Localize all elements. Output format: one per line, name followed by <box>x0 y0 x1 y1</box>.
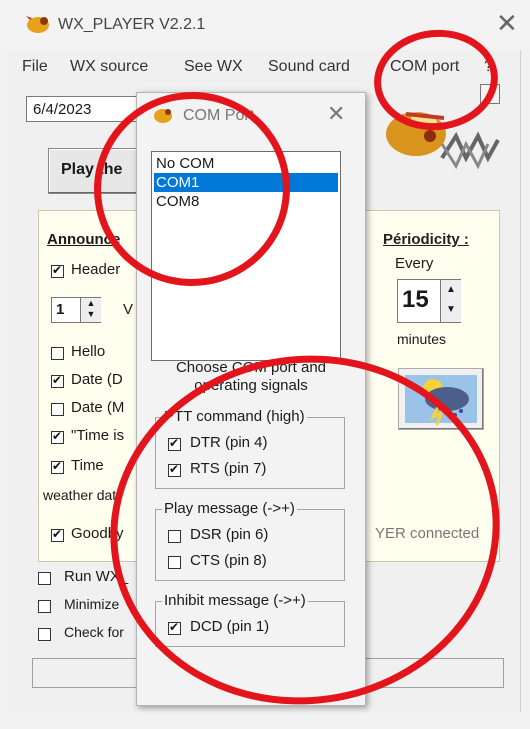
minutes-label: minutes <box>397 331 447 347</box>
instructions: Choose COM port and operating signals <box>137 359 365 395</box>
play-message-group: Play message (->+) DSR (pin 6) CTS (pin … <box>155 500 345 581</box>
minimize-label: Minimize <box>64 596 120 612</box>
menu-wx-source[interactable]: WX source <box>70 58 148 76</box>
dialog-title: COM Port <box>183 107 255 124</box>
period-value: 15 <box>402 286 429 313</box>
ptt-group: PTT command (high) DTR (pin 4) RTS (pin … <box>155 408 345 489</box>
cts-checkbox[interactable] <box>168 556 181 569</box>
storm-cloud-icon <box>405 375 477 426</box>
dcd-checkbox[interactable] <box>168 620 181 635</box>
periodicity-title: Périodicity : <box>383 231 469 248</box>
dcd-label: DCD (pin 1) <box>190 618 270 635</box>
close-icon[interactable]: ✕ <box>496 8 518 38</box>
period-stepper-icon[interactable]: ▲ ▼ <box>440 280 461 322</box>
check-for-checkbox[interactable] <box>38 628 51 641</box>
window-title: WX_PLAYER V2.2.1 <box>58 16 206 33</box>
list-item[interactable]: COM8 <box>154 192 338 211</box>
date-m-label: Date (M <box>71 399 125 416</box>
weather-button[interactable] <box>398 368 484 430</box>
cts-label: CTS (pin 8) <box>190 552 267 569</box>
time-label: Time <box>71 457 104 474</box>
menu-sound-card[interactable]: Sound card <box>268 58 350 76</box>
dialog-logo-icon <box>154 109 172 123</box>
menu-com-port[interactable]: COM port <box>390 58 459 76</box>
check-for-label: Check for <box>64 624 124 640</box>
ptt-group-title: PTT command (high) <box>162 408 307 425</box>
date-d-checkbox[interactable] <box>51 373 64 388</box>
list-item[interactable]: No COM <box>154 154 338 173</box>
menu-file[interactable]: File <box>22 58 48 76</box>
date-m-checkbox[interactable] <box>51 403 64 416</box>
dialog-close-icon[interactable]: ✕ <box>327 101 345 127</box>
com-port-dialog: COM Port ✕ No COM COM1 COM8 Choose COM p… <box>136 92 366 706</box>
mascot-image <box>386 112 500 170</box>
announce-title: Announce <box>47 231 121 248</box>
com-port-list[interactable]: No COM COM1 COM8 <box>151 151 341 361</box>
count-spinner[interactable]: 1 ▲ ▼ <box>51 297 101 323</box>
menu-see-wx[interactable]: See WX <box>184 58 243 76</box>
status-text: YER connected <box>375 525 480 542</box>
dtr-label: DTR (pin 4) <box>190 434 268 451</box>
goodbye-label: Goodby <box>71 525 124 542</box>
menu-bar: File WX source See WX Sound card COM por… <box>0 56 530 84</box>
hello-label: Hello <box>71 343 106 360</box>
dsr-checkbox[interactable] <box>168 530 181 543</box>
date-d-label: Date (D <box>71 371 123 388</box>
play-message-title: Play message (->+) <box>162 500 297 517</box>
inhibit-message-title: Inhibit message (->+) <box>162 592 308 609</box>
run-checkbox[interactable] <box>38 572 51 585</box>
instructions-line-2: operating signals <box>194 377 308 394</box>
app-logo-icon <box>26 16 49 33</box>
rts-label: RTS (pin 7) <box>190 460 267 477</box>
period-spinner[interactable]: 15 ▲ ▼ <box>397 279 461 323</box>
count-suffix: V <box>123 301 134 318</box>
time-checkbox[interactable] <box>51 459 64 474</box>
every-label: Every <box>395 255 434 272</box>
list-item-selected[interactable]: COM1 <box>154 173 338 192</box>
instructions-line-1: Choose COM port and <box>175 359 327 376</box>
time-is-label: "Time is <box>71 427 125 444</box>
menu-help[interactable]: ? <box>484 58 493 76</box>
run-label: Run WX_ <box>64 568 129 585</box>
count-stepper-icon[interactable]: ▲ ▼ <box>80 298 101 322</box>
inhibit-message-group: Inhibit message (->+) DCD (pin 1) <box>155 592 345 647</box>
rts-checkbox[interactable] <box>168 462 181 477</box>
header-label: Header <box>71 261 121 278</box>
header-checkbox[interactable] <box>51 263 64 278</box>
date-field[interactable]: 6/4/2023 <box>26 96 138 122</box>
time-is-checkbox[interactable] <box>51 429 64 444</box>
dtr-checkbox[interactable] <box>168 436 181 451</box>
hello-checkbox[interactable] <box>51 347 64 360</box>
minimize-checkbox[interactable] <box>38 600 51 613</box>
weather-label: weather dat <box>43 487 117 503</box>
title-bar: WX_PLAYER V2.2.1 ✕ <box>0 0 530 50</box>
count-value: 1 <box>56 301 65 318</box>
goodbye-checkbox[interactable] <box>51 527 64 542</box>
dsr-label: DSR (pin 6) <box>190 526 269 543</box>
